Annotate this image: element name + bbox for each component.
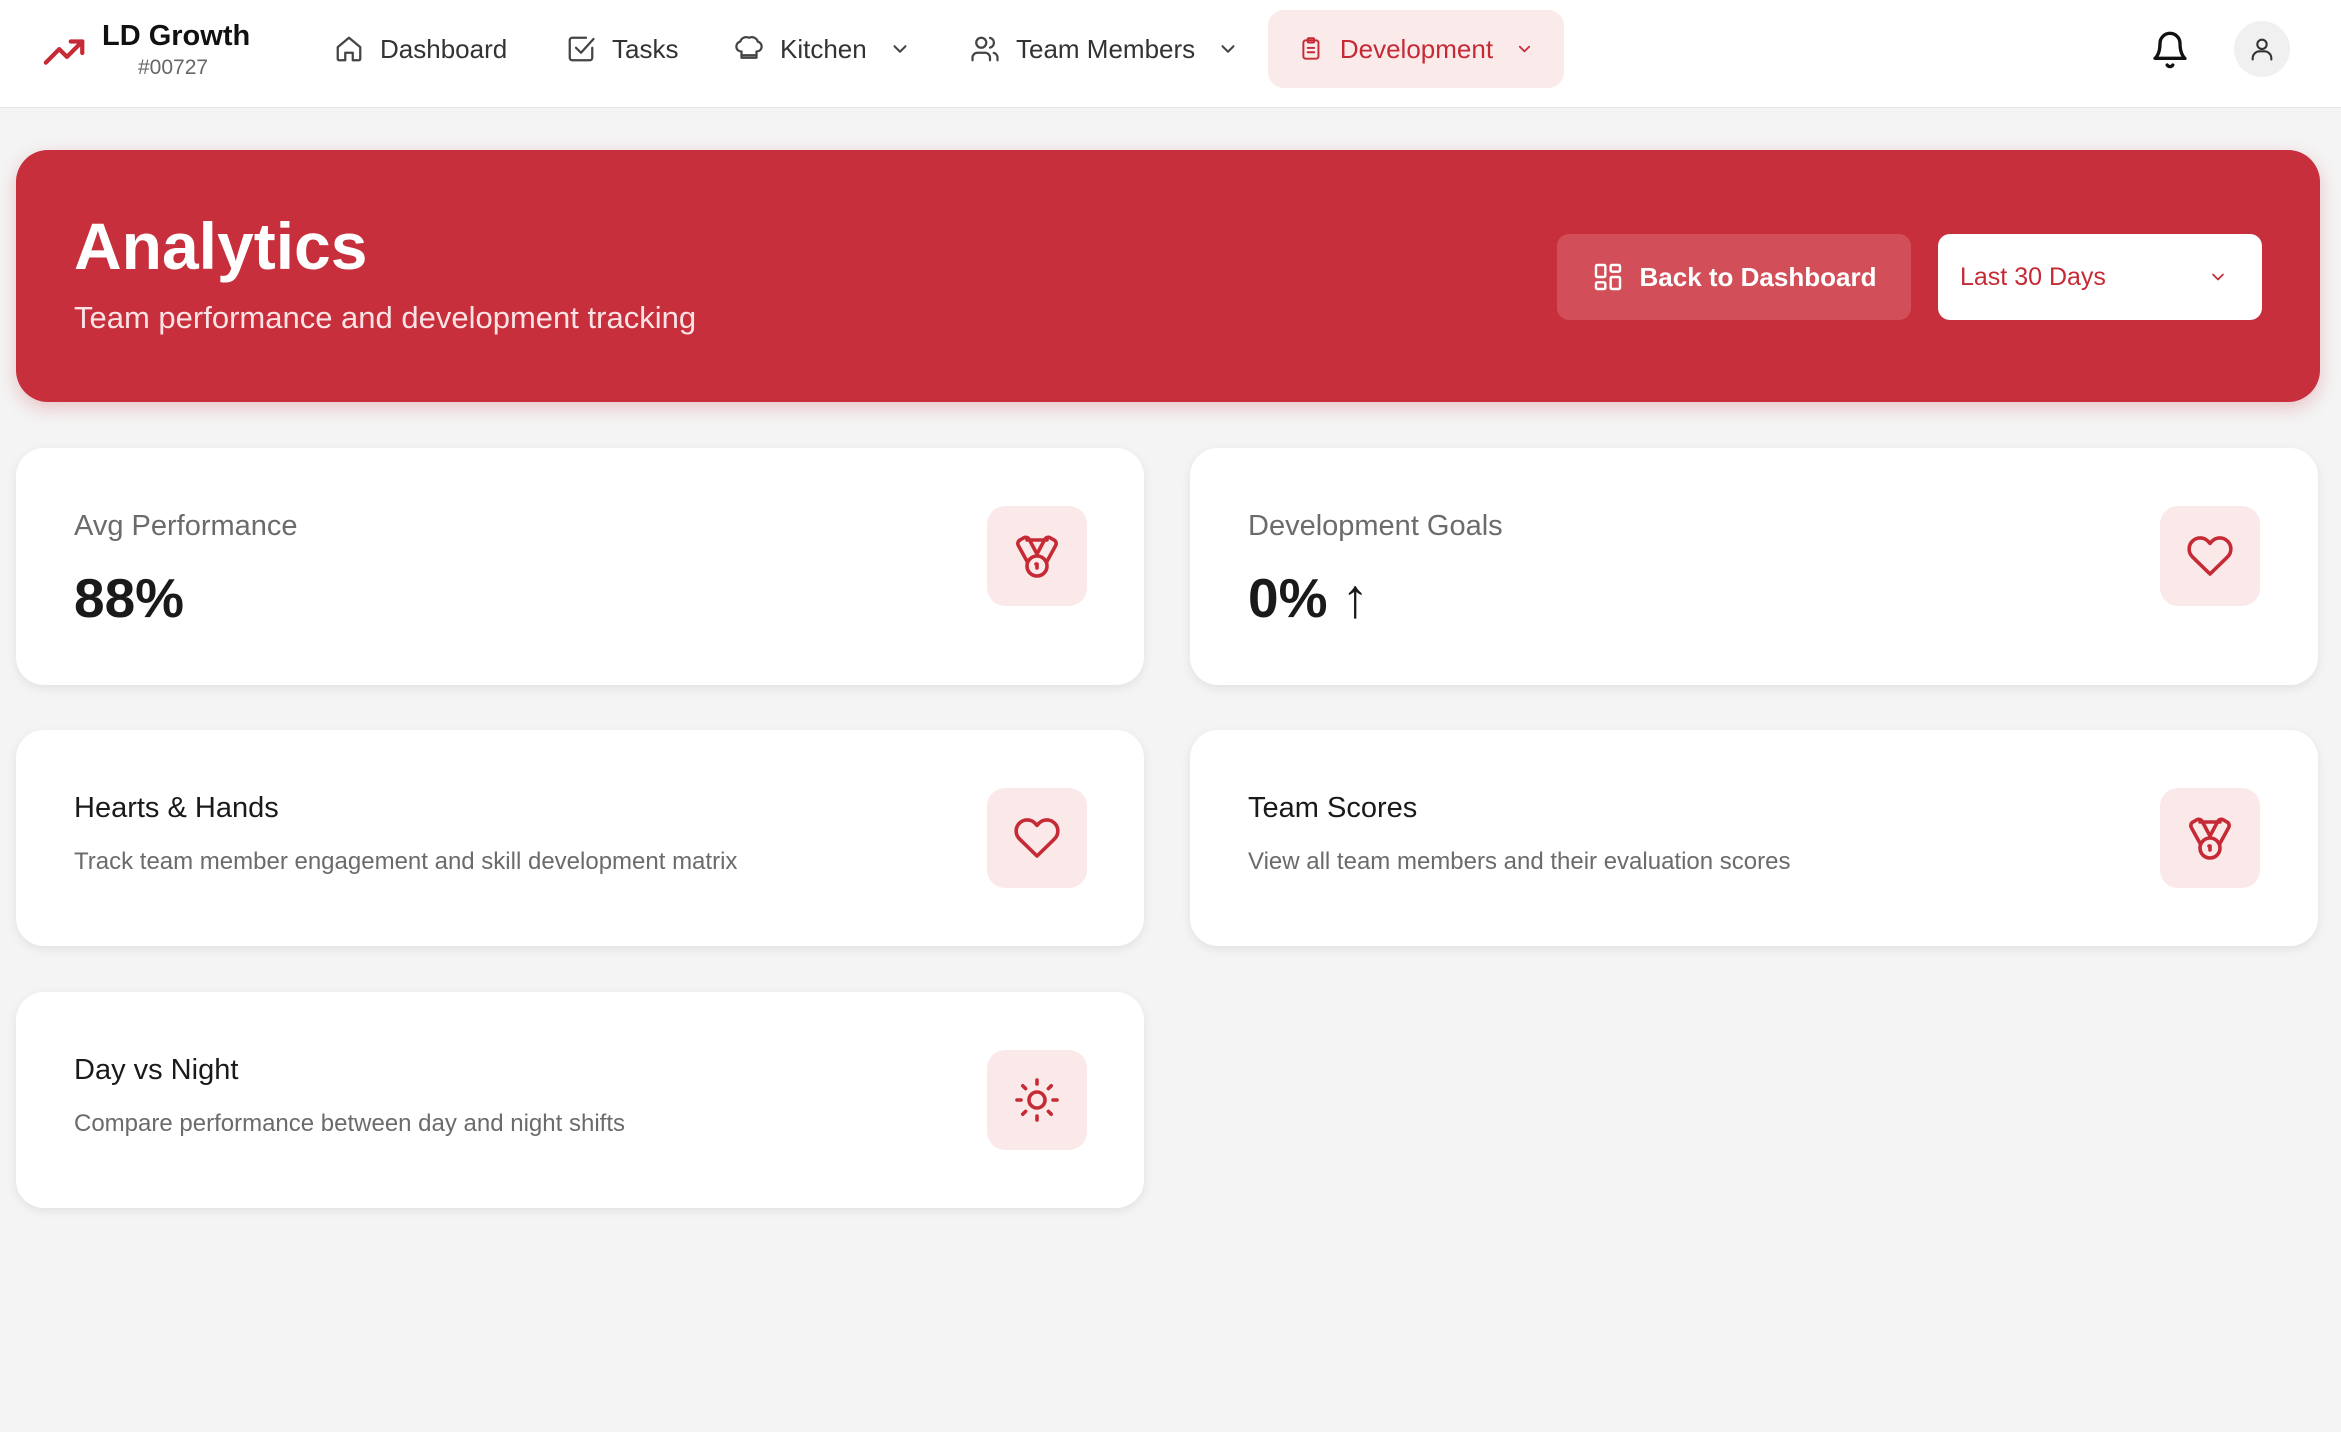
trending-up-icon [43,39,85,65]
heart-icon [1014,818,1060,858]
link-card-team-scores[interactable]: Team Scores View all team members and th… [1190,730,2318,946]
analytics-hero: Analytics Team performance and developme… [16,150,2320,402]
date-range-select[interactable]: Last 30 Days [1938,234,2262,320]
users-icon [971,36,999,62]
stat-label: Development Goals [1248,510,1503,542]
nav-dashboard[interactable]: Dashboard [304,10,537,88]
card-description: View all team members and their evaluati… [1248,848,1791,875]
medal-icon [1016,535,1058,578]
nav-development[interactable]: Development [1268,10,1564,88]
heart-icon [2187,536,2233,576]
trend-arrow: ↑ [1341,567,1370,629]
home-icon [336,36,362,62]
stat-card-development-goals: Development Goals 0% ↑ [1190,448,2318,685]
stat-value-number: 0% [1248,567,1328,629]
nav-team-members-label: Team Members [1016,33,1196,64]
stat-card-avg-performance: Avg Performance 88% [16,448,1144,685]
clipboard-icon [1302,37,1320,60]
back-to-dashboard-button[interactable]: Back to Dashboard [1557,234,1911,320]
page-title: Analytics [74,209,368,283]
card-title: Team Scores [1248,792,1418,824]
chevron-down-icon [893,45,907,53]
link-card-day-vs-night[interactable]: Day vs Night Compare performance between… [16,992,1144,1208]
stat-icon-box [2160,506,2260,606]
store-code: #00727 [138,56,209,79]
chevron-down-icon [2212,273,2224,281]
bell-icon[interactable] [2150,28,2190,72]
chef-hat-icon [735,36,763,59]
nav-dashboard-label: Dashboard [380,33,508,64]
card-icon-box [2160,788,2260,888]
stat-value: 0% ↑ [1248,566,1369,630]
nav-tasks-label: Tasks [612,33,679,64]
stat-label: Avg Performance [74,510,298,542]
user-icon [2251,38,2273,61]
brand-name: LD Growth [102,20,251,52]
card-icon-box [987,788,1087,888]
stat-icon-box [987,506,1087,606]
stat-value: 88% [74,567,185,629]
sun-icon [1015,1078,1059,1122]
card-title: Hearts & Hands [74,792,279,824]
card-icon-box [987,1050,1087,1150]
chevron-down-icon [1518,45,1531,53]
check-square-icon [568,36,595,62]
profile-avatar[interactable] [2234,21,2290,77]
page-subtitle: Team performance and development trackin… [74,300,697,335]
back-to-dashboard-label: Back to Dashboard [1639,261,1877,292]
top-navbar: LD Growth #00727 Dashboard Tasks Kitchen… [0,0,2341,108]
nav-tasks[interactable]: Tasks [536,10,708,88]
card-title: Day vs Night [74,1054,239,1086]
layout-grid-icon [1594,263,1621,291]
nav-development-label: Development [1339,33,1494,64]
card-description: Track team member engagement and skill d… [74,848,738,875]
nav-kitchen[interactable]: Kitchen [704,10,941,88]
link-card-hearts-hands[interactable]: Hearts & Hands Track team member engagem… [16,730,1144,946]
nav-team-members[interactable]: Team Members [940,10,1269,88]
medal-icon [2189,817,2231,860]
brand[interactable]: LD Growth #00727 [42,18,250,80]
date-range-value: Last 30 Days [1960,262,2106,291]
chevron-down-icon [1221,45,1235,53]
nav-kitchen-label: Kitchen [780,33,867,64]
card-description: Compare performance between day and nigh… [74,1110,625,1137]
